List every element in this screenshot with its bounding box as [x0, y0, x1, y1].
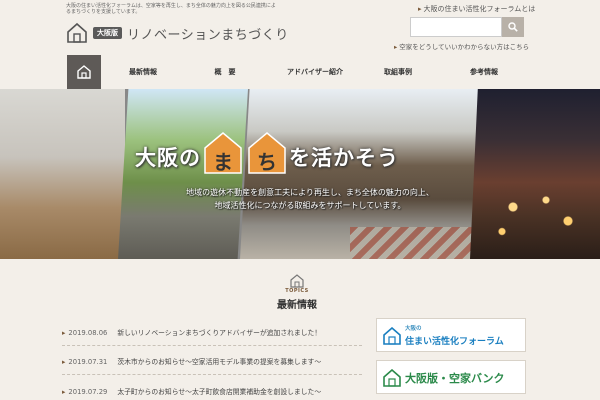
- hero-title-post: を活かそう: [289, 146, 399, 170]
- global-nav: 最新情報 概 要 アドバイザー紹介 取組事例 参考情報: [0, 55, 600, 89]
- news-title: 茨木市からのお知らせ～空家活用モデル事業の提案を募集します～: [117, 358, 322, 366]
- logo-text[interactable]: リノベーションまちづくり: [127, 24, 289, 43]
- house-chi-icon: ち: [248, 132, 286, 174]
- news-date: 2019.07.31: [68, 358, 108, 366]
- vacant-help-link[interactable]: ▸ 空家をどうしていいかわからない方はこちら: [394, 41, 529, 51]
- hero-title: 大阪の ま ち を活かそう: [135, 132, 399, 174]
- news-title: 新しいリノベーションまちづくりアドバイザーが追加されました！: [117, 329, 322, 337]
- nav-item-references[interactable]: 参考情報: [456, 55, 512, 89]
- hero-subtitle-line1: 地域の遊休不動産を創意工夫により再生し、まち全体の魅力の向上、: [186, 188, 434, 197]
- hero-banner: [0, 89, 600, 259]
- site-tagline: 大阪の住まい活性化フォーラムは、空家等を再生し、まち全体の魅力向上を図る公民連携…: [66, 3, 276, 16]
- search-button[interactable]: [502, 17, 524, 37]
- home-icon: [77, 65, 91, 79]
- news-date: 2019.07.29: [68, 388, 108, 396]
- news-item[interactable]: ▸ 2019.08.06 新しいリノベーションまちづくりアドバイザーが追加されました…: [62, 327, 362, 343]
- nav-item-advisors[interactable]: アドバイザー紹介: [272, 55, 358, 89]
- news-item[interactable]: ▸ 2019.07.31 茨木市からのお知らせ～空家活用モデル事業の提案を募集します…: [62, 356, 362, 372]
- forum-banner-small: 大阪の: [405, 326, 422, 332]
- hero-title-ma: ま: [213, 150, 233, 174]
- topics-heading: 最新情報: [277, 300, 317, 311]
- bank-house-icon: [383, 369, 401, 387]
- hero-title-chi: ち: [257, 150, 277, 174]
- hero-photo-interior: [0, 89, 125, 259]
- topics-house-icon: [290, 273, 304, 288]
- chevron-right-icon: ▸: [418, 5, 422, 13]
- news-title: 太子町からのお知らせ～太子町飲食店開業補助金を創設しました～: [117, 388, 322, 396]
- topics-label: TOPICS: [285, 288, 309, 294]
- search-icon: [508, 22, 518, 32]
- forum-about-link[interactable]: ▸ 大阪の住まい活性化フォーラムとは: [418, 4, 535, 14]
- logo-house-icon[interactable]: [66, 22, 88, 44]
- logo-badge[interactable]: 大阪版: [93, 27, 122, 39]
- hero-photo-pavement: [350, 227, 480, 259]
- nav-home-button[interactable]: [67, 55, 101, 89]
- vacant-help-label: 空家をどうしていいかわからない方はこちら: [399, 43, 530, 51]
- news-divider: [62, 345, 362, 346]
- forum-about-label: 大阪の住まい活性化フォーラムとは: [423, 5, 536, 13]
- chevron-right-icon: ▸: [394, 43, 398, 51]
- house-ma-icon: ま: [204, 132, 242, 174]
- chevron-right-icon: ▸: [62, 329, 66, 337]
- site-header: 大阪の住まい活性化フォーラムは、空家等を再生し、まち全体の魅力向上を図る公民連携…: [0, 0, 600, 52]
- vacant-bank-title: 大阪版・空家バンク: [405, 372, 505, 385]
- forum-house-icon: [383, 327, 401, 345]
- forum-banner-title: 住まい活性化フォーラム: [405, 337, 504, 347]
- chevron-right-icon: ▸: [62, 358, 66, 366]
- vacant-bank-banner[interactable]: 大阪版・空家バンク: [376, 360, 526, 394]
- nav-item-news[interactable]: 最新情報: [112, 55, 174, 89]
- news-item[interactable]: ▸ 2019.07.29 太子町からのお知らせ～太子町飲食店開業補助金を創設しました…: [62, 386, 362, 400]
- hero-title-pre: 大阪の: [135, 146, 201, 170]
- nav-item-overview[interactable]: 概 要: [200, 55, 250, 89]
- forum-banner[interactable]: 大阪の 住まい活性化フォーラム: [376, 318, 526, 352]
- hero-lantern-lights: [480, 179, 590, 249]
- search-input[interactable]: [410, 17, 502, 37]
- news-divider: [62, 374, 362, 375]
- nav-item-cases[interactable]: 取組事例: [370, 55, 426, 89]
- chevron-right-icon: ▸: [62, 388, 66, 396]
- hero-subtitle-line2: 地域活性化につながる取組みをサポートしています。: [214, 201, 406, 210]
- news-date: 2019.08.06: [68, 329, 108, 337]
